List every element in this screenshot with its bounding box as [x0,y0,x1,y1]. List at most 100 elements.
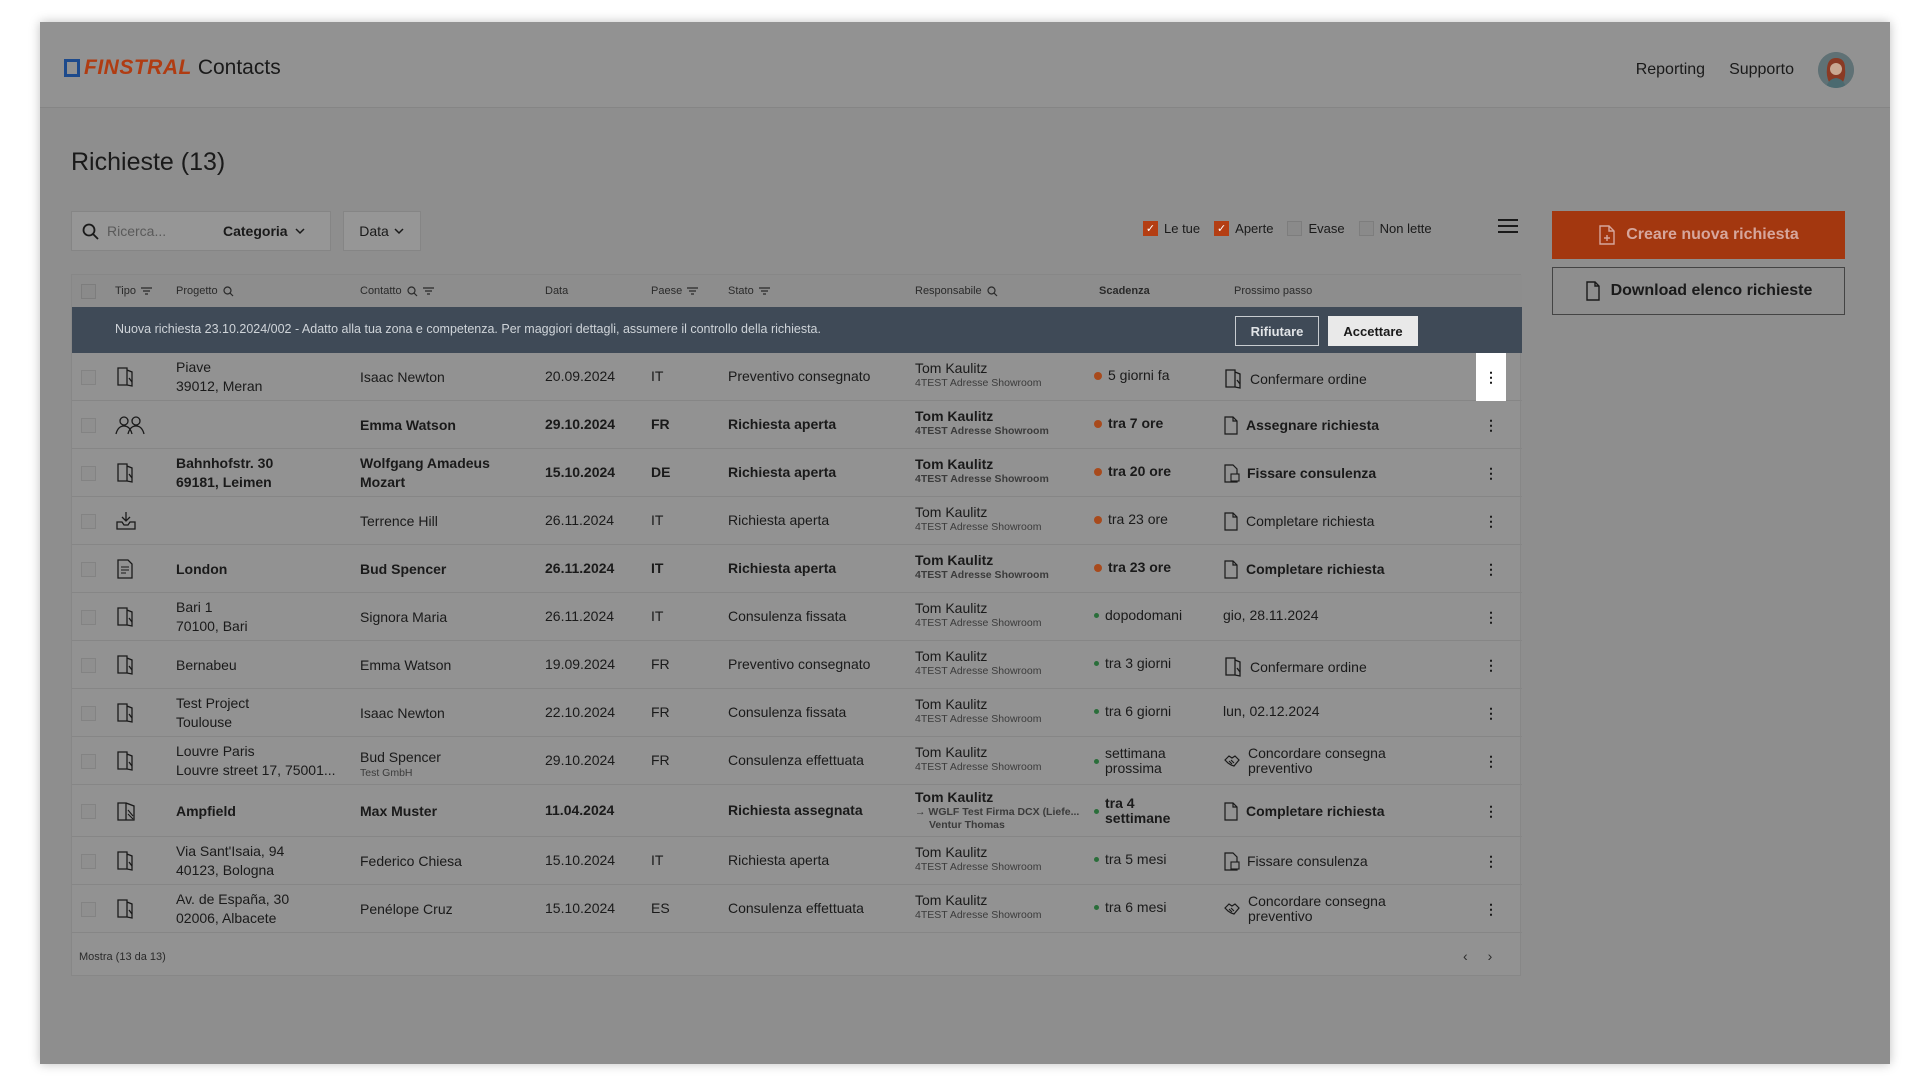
next-step-cell[interactable]: Completare richiesta [1223,802,1423,821]
table-row[interactable]: Bernabeu Emma Watson 19.09.2024 FR Preventiv… [72,641,1522,689]
search-input[interactable]: Ricerca... [107,223,223,239]
contact-name[interactable]: Bud Spencer [360,560,500,579]
avatar[interactable] [1818,52,1854,88]
checkbox-checked-icon[interactable]: ✓ [1143,221,1158,236]
search-icon[interactable] [406,285,418,297]
header-owner[interactable]: Responsabile [915,285,998,297]
next-step-cell[interactable]: Fissare consulenza [1223,464,1423,483]
row-checkbox[interactable] [81,902,96,917]
row-menu-icon[interactable]: ⋮ [1476,752,1506,770]
filter-icon[interactable] [687,287,699,295]
row-checkbox[interactable] [81,514,96,529]
column-menu-icon[interactable] [1498,219,1518,237]
next-step-text[interactable]: Assegnare richiesta [1246,418,1379,433]
header-contact[interactable]: Contatto [360,285,434,297]
header-due[interactable]: Scadenza [1099,285,1150,297]
row-menu-icon[interactable]: ⋮ [1476,512,1506,530]
contact-cell[interactable]: Terrence Hill [360,512,500,531]
filter-icon[interactable] [422,287,434,295]
next-step-cell[interactable]: Fissare consulenza [1223,852,1423,871]
reject-button[interactable]: Rifiutare [1235,316,1319,346]
row-checkbox[interactable] [81,706,96,721]
contact-cell[interactable]: Signora Maria [360,608,500,627]
next-step-cell[interactable]: Concordare consegna preventivo [1223,894,1423,924]
table-row[interactable]: Louvre Paris Louvre street 17, 75001... Bu… [72,737,1522,785]
next-page-button[interactable]: › [1488,948,1493,964]
contact-cell[interactable]: Isaac Newton [360,368,500,387]
contact-name[interactable]: Terrence Hill [360,512,500,531]
owner-name[interactable]: Tom Kaulitz [915,648,1041,665]
filter-open[interactable]: ✓ Aperte [1214,221,1273,236]
owner-name[interactable]: Tom Kaulitz [915,456,1049,473]
row-menu-icon[interactable]: ⋮ [1476,852,1506,870]
accept-button[interactable]: Accettare [1328,316,1418,346]
next-step-cell[interactable]: Confermare ordine [1223,656,1423,678]
next-step-text[interactable]: Fissare consulenza [1247,466,1376,481]
filter-mine[interactable]: ✓ Le tue [1143,221,1200,236]
row-checkbox[interactable] [81,804,96,819]
table-row[interactable]: Terrence Hill 26.11.2024 IT Richiesta apert… [72,497,1522,545]
owner-cell[interactable]: Tom Kaulitz → WGLF Test Firma DCX (Liefe.… [915,789,1079,832]
owner-cell[interactable]: Tom Kaulitz 4TEST Adresse Showroom [915,456,1049,486]
checkbox-checked-icon[interactable]: ✓ [1214,221,1230,236]
row-menu-icon[interactable]: ⋮ [1476,464,1506,482]
row-checkbox[interactable] [81,658,96,673]
next-step-text[interactable]: Concordare consegna preventivo [1248,746,1408,776]
header-date[interactable]: Data [545,285,568,297]
row-checkbox[interactable] [81,466,96,481]
owner-cell[interactable]: Tom Kaulitz 4TEST Adresse Showroom [915,360,1041,390]
contact-name[interactable]: Wolfgang Amadeus Mozart [360,454,500,492]
row-checkbox[interactable] [81,562,96,577]
filter-unread[interactable]: Non lette [1358,221,1432,236]
table-row[interactable]: Bahnhofstr. 30 69181, Leimen Wolfgang Amad… [72,449,1522,497]
contact-name[interactable]: Federico Chiesa [360,852,500,871]
next-step-text[interactable]: Completare richiesta [1246,514,1374,529]
row-checkbox[interactable] [81,854,96,869]
contact-name[interactable]: Bud Spencer [360,748,500,767]
owner-name[interactable]: Tom Kaulitz [915,408,1049,425]
download-list-button[interactable]: Download elenco richieste [1552,267,1845,315]
owner-cell[interactable]: Tom Kaulitz 4TEST Adresse Showroom [915,892,1041,922]
row-checkbox[interactable] [81,754,96,769]
contact-cell[interactable]: Wolfgang Amadeus Mozart [360,454,500,492]
create-request-button[interactable]: Creare nuova richiesta [1552,211,1845,259]
table-row[interactable]: Piave 39012, Meran Isaac Newton 20.09.2024 I… [72,353,1522,401]
search-icon[interactable] [222,285,234,297]
contact-cell[interactable]: Emma Watson [360,416,500,435]
header-country[interactable]: Paese [651,285,699,297]
row-menu-icon[interactable]: ⋮ [1476,560,1506,578]
next-step-text[interactable]: lun, 02.12.2024 [1223,704,1320,719]
checkbox-icon[interactable] [81,284,96,299]
table-row[interactable]: Via Sant'Isaia, 94 40123, Bologna Federico… [72,837,1522,885]
row-menu-icon[interactable]: ⋮ [1476,608,1506,626]
next-step-cell[interactable]: Assegnare richiesta [1223,416,1423,435]
owner-cell[interactable]: Tom Kaulitz 4TEST Adresse Showroom [915,844,1041,874]
row-menu-icon[interactable]: ⋮ [1476,704,1506,722]
contact-cell[interactable]: Bud Spencer Test GmbH [360,748,500,780]
select-all-checkbox[interactable] [81,284,96,299]
owner-name[interactable]: Tom Kaulitz [915,552,1049,569]
next-step-cell[interactable]: lun, 02.12.2024 [1223,704,1423,719]
search-box[interactable]: Ricerca... Categoria [71,211,331,251]
contact-name[interactable]: Emma Watson [360,416,500,435]
next-step-cell[interactable]: Completare richiesta [1223,512,1423,531]
owner-name[interactable]: Tom Kaulitz [915,696,1041,713]
filter-done[interactable]: Evase [1287,221,1345,236]
owner-name[interactable]: Tom Kaulitz [915,504,1041,521]
contact-cell[interactable]: Isaac Newton [360,704,500,723]
nav-reporting[interactable]: Reporting [1636,61,1705,79]
row-menu-icon[interactable]: ⋮ [1476,416,1506,434]
owner-cell[interactable]: Tom Kaulitz 4TEST Adresse Showroom [915,504,1041,534]
owner-name[interactable]: Tom Kaulitz [915,892,1041,909]
row-checkbox[interactable] [81,418,96,433]
filter-icon[interactable] [141,287,152,295]
table-row[interactable]: Av. de España, 30 02006, Albacete Penélope… [72,885,1522,933]
checkbox-icon[interactable] [1287,221,1303,236]
table-row[interactable]: Test Project Toulouse Isaac Newton 22.10.20… [72,689,1522,737]
owner-cell[interactable]: Tom Kaulitz 4TEST Adresse Showroom [915,552,1049,582]
date-dropdown[interactable]: Data [343,211,421,251]
owner-cell[interactable]: Tom Kaulitz 4TEST Adresse Showroom [915,408,1049,438]
checkbox-icon[interactable] [1358,221,1374,236]
owner-cell[interactable]: Tom Kaulitz 4TEST Adresse Showroom [915,696,1041,726]
table-row[interactable]: Bari 1 70100, Bari Signora Maria 26.11.2024… [72,593,1522,641]
